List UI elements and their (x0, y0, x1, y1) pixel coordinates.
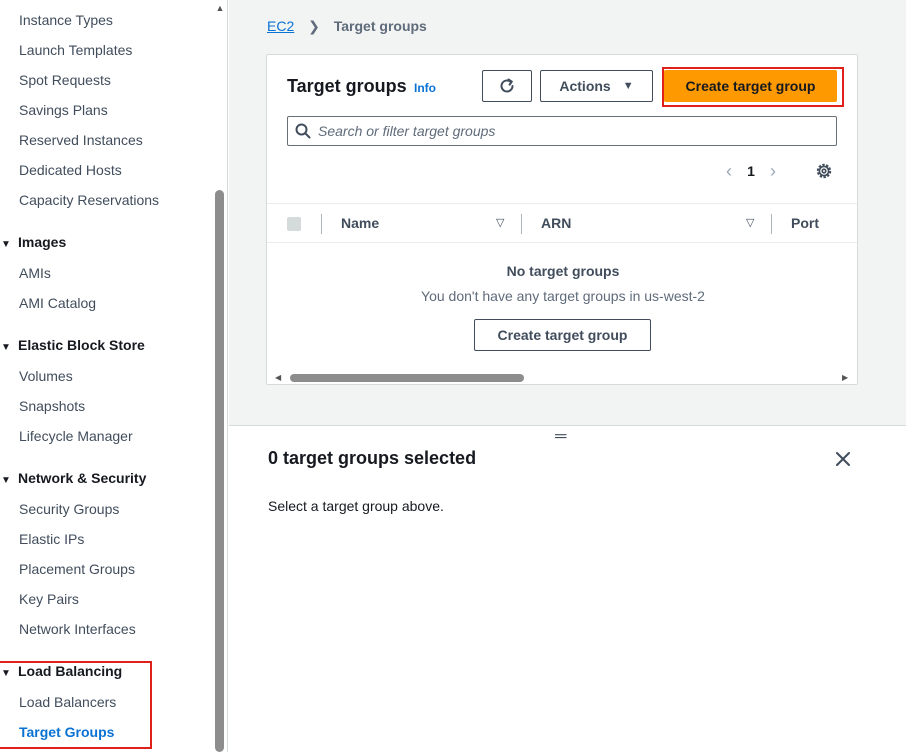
search-box[interactable] (287, 116, 837, 146)
sidebar-item-ami-catalog[interactable]: AMI Catalog (19, 295, 96, 311)
sidebar-item-spot-requests[interactable]: Spot Requests (19, 72, 111, 88)
sidebar-item-key-pairs[interactable]: Key Pairs (19, 591, 79, 607)
actions-dropdown-button[interactable]: Actions ▼ (540, 70, 653, 102)
sort-caret-icon[interactable]: ▽ (496, 216, 504, 229)
split-panel: ═ 0 target groups selected Select a targ… (229, 425, 906, 752)
column-header-port[interactable]: Port (791, 215, 819, 231)
select-all-checkbox[interactable] (287, 217, 301, 231)
sidebar-section-network-security[interactable]: ▼ Network & Security (0, 470, 146, 486)
column-header-name[interactable]: Name (341, 215, 379, 231)
scroll-right-arrow-icon[interactable]: ▶ (842, 373, 848, 382)
search-icon (288, 117, 318, 145)
empty-create-target-group-button[interactable]: Create target group (474, 319, 651, 351)
close-icon[interactable] (833, 449, 853, 469)
info-link[interactable]: Info (414, 81, 436, 95)
sidebar-item-security-groups[interactable]: Security Groups (19, 501, 119, 517)
scroll-left-arrow-icon[interactable]: ◀ (275, 373, 281, 382)
sidebar-section-label: Elastic Block Store (18, 337, 145, 353)
sidebar-section-images[interactable]: ▼ Images (0, 234, 66, 250)
column-divider (321, 214, 322, 234)
resize-handle-icon[interactable]: ═ (555, 428, 566, 446)
sidebar-scrollbar-thumb[interactable] (215, 190, 224, 752)
sidebar-item-placement-groups[interactable]: Placement Groups (19, 561, 135, 577)
main-content: EC2 ❯ Target groups Target groups Info A… (229, 0, 906, 425)
sidebar-item-reserved-instances[interactable]: Reserved Instances (19, 132, 143, 148)
chevron-right-icon[interactable]: › (763, 161, 783, 182)
target-groups-panel: Target groups Info Actions ▼ Create targ… (266, 54, 858, 385)
sidebar-item-capacity-reservations[interactable]: Capacity Reservations (19, 192, 159, 208)
sidebar-section-label: Images (18, 234, 67, 250)
sidebar-item-instance-types[interactable]: Instance Types (19, 12, 113, 28)
caret-down-icon: ▼ (622, 80, 634, 92)
split-panel-description: Select a target group above. (268, 498, 444, 514)
empty-state-title: No target groups (506, 263, 620, 279)
sidebar-item-amis[interactable]: AMIs (19, 265, 51, 281)
highlight-box (662, 67, 844, 107)
split-panel-title: 0 target groups selected (268, 448, 477, 468)
page-title: Target groups (287, 76, 407, 96)
column-divider[interactable] (521, 214, 522, 234)
sidebar-item-elastic-ips[interactable]: Elastic IPs (19, 531, 84, 547)
column-divider[interactable] (771, 214, 772, 234)
scroll-up-arrow-icon[interactable]: ▲ (214, 2, 226, 14)
refresh-button[interactable] (482, 70, 532, 102)
sidebar-section-label: Network & Security (18, 470, 147, 486)
sidebar-item-lifecycle-manager[interactable]: Lifecycle Manager (19, 428, 133, 444)
refresh-icon (500, 78, 514, 93)
sidebar-item-volumes[interactable]: Volumes (19, 368, 73, 384)
caret-down-icon: ▼ (1, 342, 11, 353)
highlight-box (0, 661, 152, 749)
actions-label: Actions (559, 78, 611, 94)
column-header-arn[interactable]: ARN (541, 215, 571, 231)
sidebar-section-elastic-block-store[interactable]: ▼ Elastic Block Store (0, 337, 145, 353)
chevron-left-icon[interactable]: ‹ (719, 161, 739, 182)
sidebar-item-snapshots[interactable]: Snapshots (19, 398, 85, 414)
breadcrumb-ec2-link[interactable]: EC2 (267, 18, 294, 34)
chevron-right-icon: ❯ (308, 18, 320, 34)
sidebar-item-launch-templates[interactable]: Launch Templates (19, 42, 132, 58)
table-header: Name ▽ ARN ▽ Port (267, 203, 857, 243)
sort-caret-icon[interactable]: ▽ (746, 216, 754, 229)
sidebar-item-network-interfaces[interactable]: Network Interfaces (19, 621, 136, 637)
pagination: ‹ 1 › (719, 159, 783, 183)
gear-icon[interactable] (814, 161, 834, 181)
breadcrumb: EC2 ❯ Target groups (267, 18, 427, 35)
caret-down-icon: ▼ (1, 239, 11, 250)
breadcrumb-current: Target groups (333, 18, 427, 34)
sidebar-item-savings-plans[interactable]: Savings Plans (19, 102, 108, 118)
empty-state-description: You don't have any target groups in us-w… (421, 288, 705, 304)
caret-down-icon: ▼ (1, 475, 11, 486)
sidebar-nav: Instance Types Launch Templates Spot Req… (0, 0, 228, 752)
horizontal-scrollbar-thumb[interactable] (290, 374, 524, 382)
sidebar-item-dedicated-hosts[interactable]: Dedicated Hosts (19, 162, 122, 178)
search-input[interactable] (318, 123, 818, 139)
page-number[interactable]: 1 (739, 163, 763, 179)
